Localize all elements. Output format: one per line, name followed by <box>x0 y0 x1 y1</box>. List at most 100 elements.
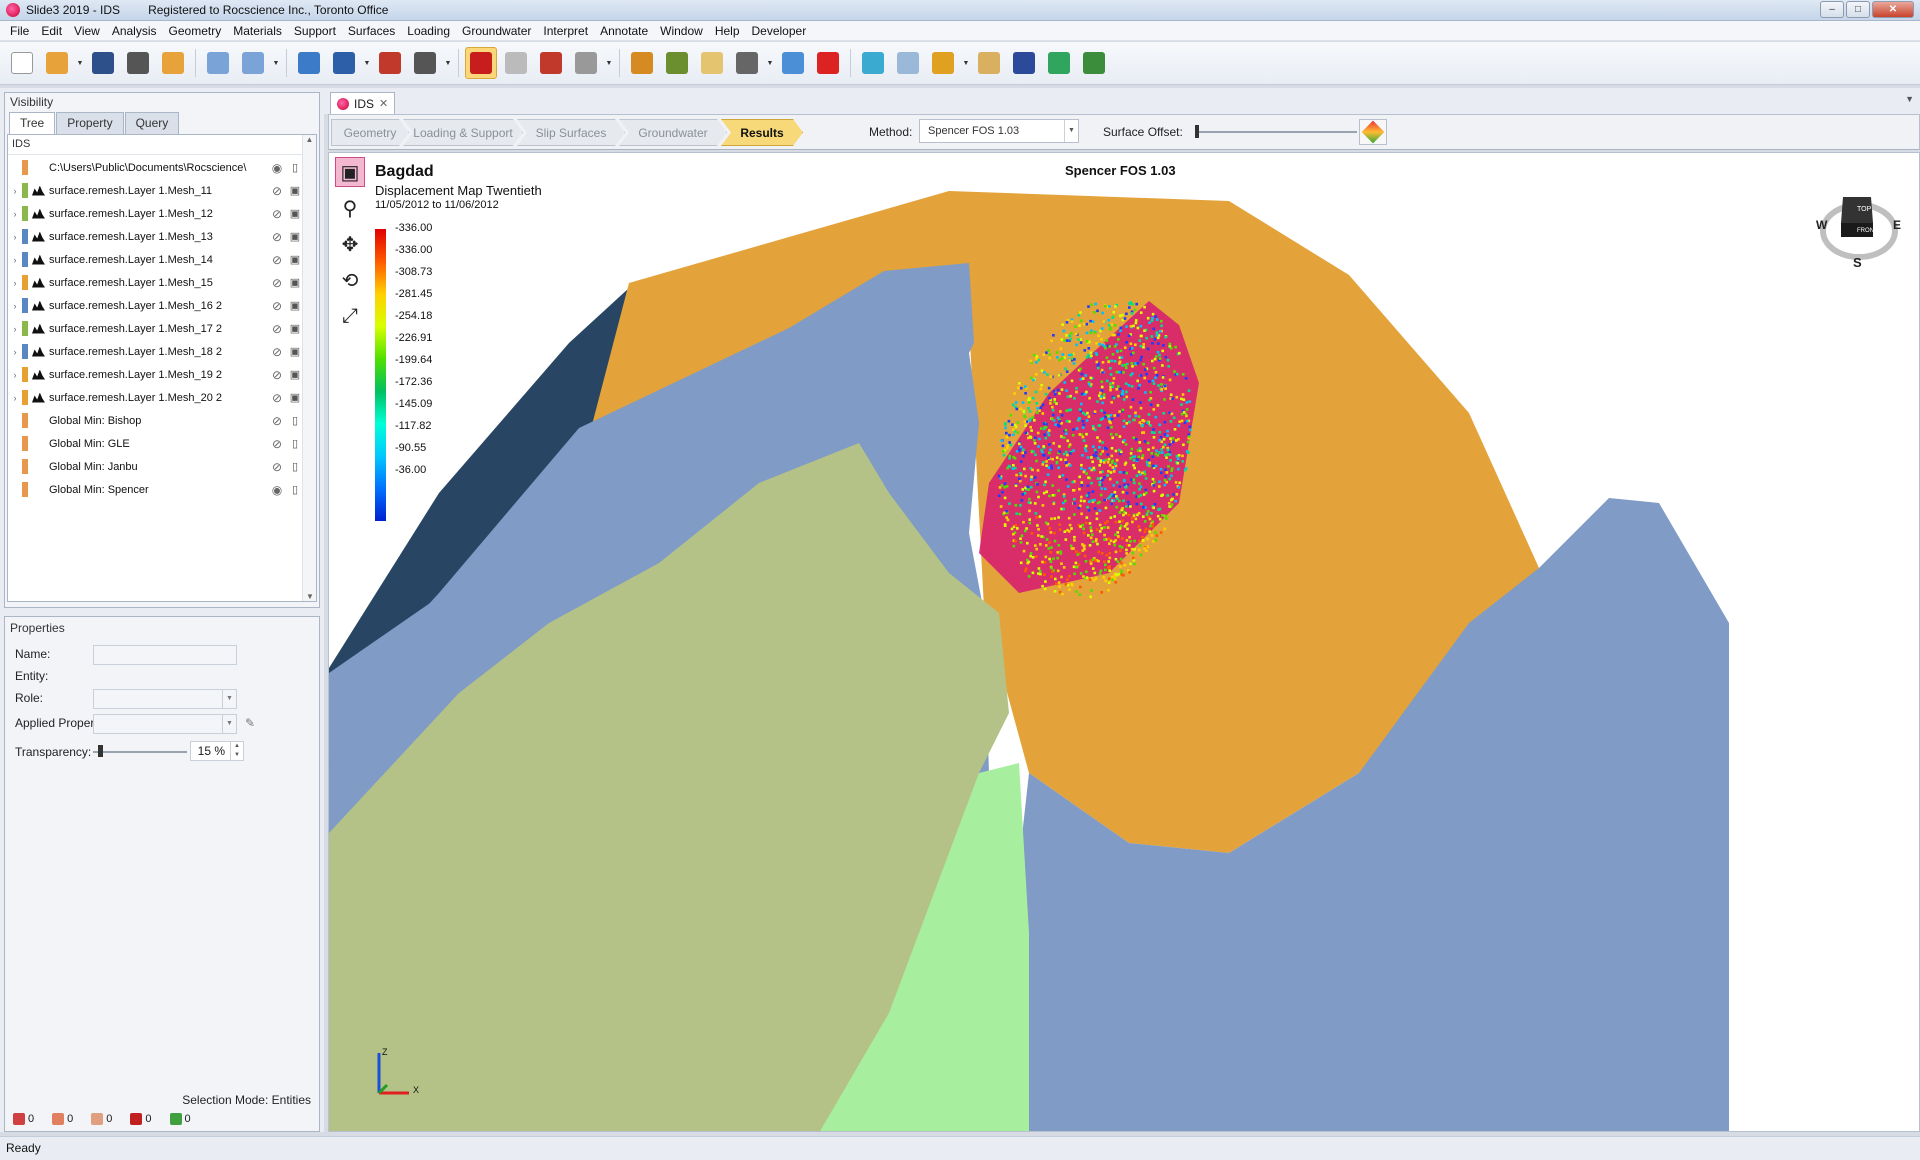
method-select[interactable]: Spencer FOS 1.03 ▼ <box>919 119 1079 143</box>
tree-item[interactable]: › surface.remesh.Layer 1.Mesh_20 2 ⊘ ▣ <box>8 386 304 409</box>
tree-item[interactable]: › surface.remesh.Layer 1.Mesh_18 2 ⊘ ▣ <box>8 340 304 363</box>
eye-icon[interactable]: ◉ <box>268 161 286 175</box>
open-folder-button[interactable] <box>41 47 73 79</box>
chevron-down-icon[interactable]: ▼ <box>444 60 452 67</box>
slope-button[interactable] <box>696 47 728 79</box>
eye-hidden-icon[interactable]: ⊘ <box>268 207 286 221</box>
eye-hidden-icon[interactable]: ⊘ <box>268 368 286 382</box>
tab-tree[interactable]: Tree <box>9 112 56 134</box>
chevron-down-icon[interactable]: ▼ <box>605 60 613 67</box>
materials-button[interactable] <box>661 47 693 79</box>
eye-hidden-icon[interactable]: ⊘ <box>268 230 286 244</box>
menu-groundwater[interactable]: Groundwater <box>456 24 537 38</box>
step-loading-support[interactable]: Loading & Support <box>403 119 523 146</box>
transparency-slider-track[interactable] <box>93 751 187 753</box>
grid-view-button[interactable] <box>293 47 325 79</box>
section-button[interactable] <box>812 47 844 79</box>
tree-item[interactable]: Global Min: Spencer ◉ ▯ <box>8 478 304 501</box>
menu-developer[interactable]: Developer <box>746 24 813 38</box>
3d-viewport[interactable]: ▣ ⚲ ✥ ⟲ ⤢ Bagdad Displacement Map Twenti… <box>328 152 1920 1132</box>
menu-surfaces[interactable]: Surfaces <box>342 24 401 38</box>
display-cube-button[interactable] <box>857 47 889 79</box>
tree-item[interactable]: Global Min: GLE ⊘ ▯ <box>8 432 304 455</box>
document-tab[interactable]: IDS ✕ <box>330 92 396 114</box>
menu-loading[interactable]: Loading <box>401 24 456 38</box>
expand-arrow-icon[interactable]: › <box>8 370 22 380</box>
menu-view[interactable]: View <box>68 24 106 38</box>
eye-hidden-icon[interactable]: ⊘ <box>268 414 286 428</box>
transparency-spinbox[interactable]: 15 % ▲ ▼ <box>190 741 244 761</box>
eye-hidden-icon[interactable]: ⊘ <box>268 460 286 474</box>
expand-arrow-icon[interactable]: › <box>8 393 22 403</box>
tree-item[interactable]: › surface.remesh.Layer 1.Mesh_12 ⊘ ▣ <box>8 202 304 225</box>
expand-arrow-icon[interactable]: › <box>8 278 22 288</box>
new-file-button[interactable] <box>6 47 38 79</box>
expand-arrow-icon[interactable]: › <box>8 347 22 357</box>
menu-file[interactable]: File <box>4 24 35 38</box>
eye-hidden-icon[interactable]: ⊘ <box>268 391 286 405</box>
pan-icon[interactable]: ✥ <box>335 229 365 259</box>
zoom-extents-icon[interactable]: ⤢ <box>335 301 365 331</box>
menu-interpret[interactable]: Interpret <box>537 24 594 38</box>
menu-analysis[interactable]: Analysis <box>106 24 163 38</box>
menu-window[interactable]: Window <box>654 24 709 38</box>
tree-scrollbar[interactable]: ▲ ▼ <box>302 135 316 601</box>
tools-button[interactable] <box>973 47 1005 79</box>
surface-offset-thumb[interactable] <box>1195 125 1199 138</box>
role-select[interactable]: ▼ <box>93 689 237 709</box>
maximize-button[interactable]: □ <box>1846 1 1870 18</box>
excavation-button[interactable] <box>626 47 658 79</box>
step-groundwater[interactable]: Groundwater <box>619 119 727 146</box>
close-tab-icon[interactable]: ✕ <box>379 97 388 110</box>
ids-button[interactable] <box>1008 47 1040 79</box>
tab-query[interactable]: Query <box>124 112 180 134</box>
expand-arrow-icon[interactable]: › <box>8 301 22 311</box>
tree-item[interactable]: › surface.remesh.Layer 1.Mesh_13 ⊘ ▣ <box>8 225 304 248</box>
eye-hidden-icon[interactable]: ⊘ <box>268 253 286 267</box>
tree-item[interactable]: › surface.remesh.Layer 1.Mesh_11 ⊘ ▣ <box>8 179 304 202</box>
pointer-tool-button[interactable] <box>374 47 406 79</box>
chevron-down-icon[interactable]: ▼ <box>272 60 280 67</box>
step-geometry[interactable]: Geometry <box>331 119 409 146</box>
wireframe-cube-button[interactable] <box>500 47 532 79</box>
menu-help[interactable]: Help <box>709 24 746 38</box>
scroll-down-icon[interactable]: ▼ <box>303 592 317 601</box>
tree-item[interactable]: › surface.remesh.Layer 1.Mesh_19 2 ⊘ ▣ <box>8 363 304 386</box>
zoom-window-icon[interactable]: ▣ <box>335 157 365 187</box>
calculator-button[interactable] <box>409 47 441 79</box>
zoom-icon[interactable]: ⚲ <box>335 193 365 223</box>
menu-geometry[interactable]: Geometry <box>163 24 228 38</box>
eye-hidden-icon[interactable]: ⊘ <box>268 184 286 198</box>
chevron-down-icon[interactable]: ▼ <box>76 60 84 67</box>
applied-property-select[interactable]: ▼ <box>93 714 237 734</box>
export-button[interactable] <box>157 47 189 79</box>
terrain-button[interactable] <box>1078 47 1110 79</box>
tree-item[interactable]: Global Min: Bishop ⊘ ▯ <box>8 409 304 432</box>
expand-arrow-icon[interactable]: › <box>8 255 22 265</box>
image-stack-button[interactable] <box>892 47 924 79</box>
chevron-down-icon[interactable]: ▼ <box>766 60 774 67</box>
rotate-icon[interactable]: ⟲ <box>335 265 365 295</box>
menu-support[interactable]: Support <box>288 24 342 38</box>
chart-bars-button[interactable] <box>927 47 959 79</box>
navigation-cube[interactable]: TOP FRONT W E S <box>1813 179 1905 271</box>
tree-item[interactable]: Global Min: Janbu ⊘ ▯ <box>8 455 304 478</box>
eye-hidden-icon[interactable]: ⊘ <box>268 276 286 290</box>
expand-arrow-icon[interactable]: › <box>8 209 22 219</box>
eye-icon[interactable]: ◉ <box>268 483 286 497</box>
edit-pencil-icon[interactable]: ✎ <box>245 716 255 730</box>
step-slip-surfaces[interactable]: Slip Surfaces <box>517 119 625 146</box>
compute-button[interactable] <box>731 47 763 79</box>
menu-materials[interactable]: Materials <box>227 24 288 38</box>
close-button[interactable]: ✕ <box>1872 1 1914 18</box>
tree-item[interactable]: › surface.remesh.Layer 1.Mesh_14 ⊘ ▣ <box>8 248 304 271</box>
undo-button[interactable] <box>202 47 234 79</box>
save-button[interactable] <box>87 47 119 79</box>
tree-item[interactable]: › surface.remesh.Layer 1.Mesh_16 2 ⊘ ▣ <box>8 294 304 317</box>
select-box-button[interactable] <box>535 47 567 79</box>
eye-hidden-icon[interactable]: ⊘ <box>268 322 286 336</box>
surface-offset-slider[interactable] <box>1195 131 1357 133</box>
expand-arrow-icon[interactable]: › <box>8 186 22 196</box>
chevron-down-icon[interactable]: ▼ <box>962 60 970 67</box>
expand-arrow-icon[interactable]: › <box>8 324 22 334</box>
